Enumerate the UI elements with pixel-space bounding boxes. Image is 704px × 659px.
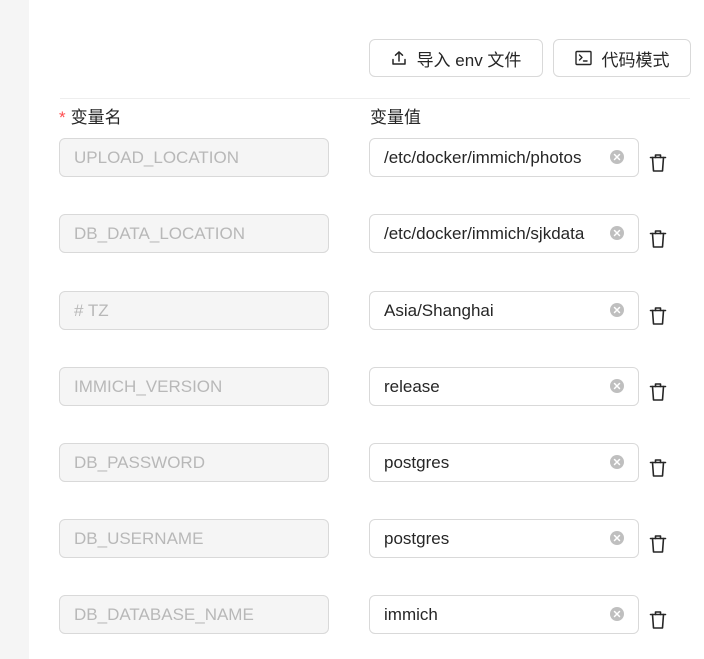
variable-name-field[interactable]: DB_DATA_LOCATION (59, 214, 329, 253)
variable-value-field[interactable]: /etc/docker/immich/photos (369, 138, 639, 177)
variable-value-text: postgres (384, 452, 450, 472)
variable-name-field[interactable]: IMMICH_VERSION (59, 367, 329, 406)
variable-value-text: /etc/docker/immich/sjkdata (384, 223, 585, 243)
trash-icon[interactable] (649, 306, 667, 326)
variable-value-text: /etc/docker/immich/photos (384, 147, 582, 167)
clear-circle-icon[interactable] (609, 606, 625, 622)
variable-value-text: Asia/Shanghai (384, 300, 494, 320)
clear-circle-icon[interactable] (609, 530, 625, 546)
code-mode-label: 代码模式 (601, 50, 670, 70)
variable-name-field[interactable]: DB_DATABASE_NAME (59, 595, 329, 634)
clear-circle-icon[interactable] (609, 302, 625, 318)
variable-name-field[interactable]: # TZ (59, 291, 329, 330)
import-env-file-label: 导入 env 文件 (416, 50, 522, 70)
variable-name-field[interactable]: DB_PASSWORD (59, 443, 329, 482)
variable-value-field[interactable]: immich (369, 595, 639, 634)
code-mode-button[interactable]: 代码模式 (553, 39, 691, 77)
variable-value-field[interactable]: Asia/Shanghai (369, 291, 639, 330)
env-row: DB_USERNAME postgres (0, 519, 704, 559)
trash-icon[interactable] (649, 534, 667, 554)
variable-value-field[interactable]: release (369, 367, 639, 406)
upload-icon (391, 50, 407, 66)
variable-value-text: postgres (384, 528, 450, 548)
variable-value-field[interactable]: postgres (369, 519, 639, 558)
variable-value-text: release (384, 376, 440, 396)
required-mark: * (59, 108, 66, 127)
env-row: DB_DATA_LOCATION /etc/docker/immich/sjkd… (0, 214, 704, 254)
trash-icon[interactable] (649, 458, 667, 478)
variable-name-field[interactable]: UPLOAD_LOCATION (59, 138, 329, 177)
env-row: UPLOAD_LOCATION /etc/docker/immich/photo… (0, 138, 704, 178)
variable-name-field[interactable]: DB_USERNAME (59, 519, 329, 558)
variable-value-field[interactable]: postgres (369, 443, 639, 482)
variable-value-header: 变量值 (370, 108, 421, 127)
trash-icon[interactable] (649, 610, 667, 630)
terminal-icon (574, 50, 592, 66)
env-row: DB_DATABASE_NAME immich (0, 595, 704, 635)
env-row: IMMICH_VERSION release (0, 367, 704, 407)
clear-circle-icon[interactable] (609, 149, 625, 165)
variable-value-field[interactable]: /etc/docker/immich/sjkdata (369, 214, 639, 253)
import-env-file-button[interactable]: 导入 env 文件 (369, 39, 543, 77)
variable-name-header: * 变量名 (59, 103, 122, 128)
clear-circle-icon[interactable] (609, 225, 625, 241)
divider (60, 98, 690, 99)
clear-circle-icon[interactable] (609, 378, 625, 394)
env-row: DB_PASSWORD postgres (0, 443, 704, 483)
trash-icon[interactable] (649, 153, 667, 173)
clear-circle-icon[interactable] (609, 454, 625, 470)
variable-value-text: immich (384, 604, 438, 624)
variable-name-header-label: 变量名 (70, 108, 122, 127)
trash-icon[interactable] (649, 382, 667, 402)
env-row: # TZ Asia/Shanghai (0, 291, 704, 331)
trash-icon[interactable] (649, 229, 667, 249)
